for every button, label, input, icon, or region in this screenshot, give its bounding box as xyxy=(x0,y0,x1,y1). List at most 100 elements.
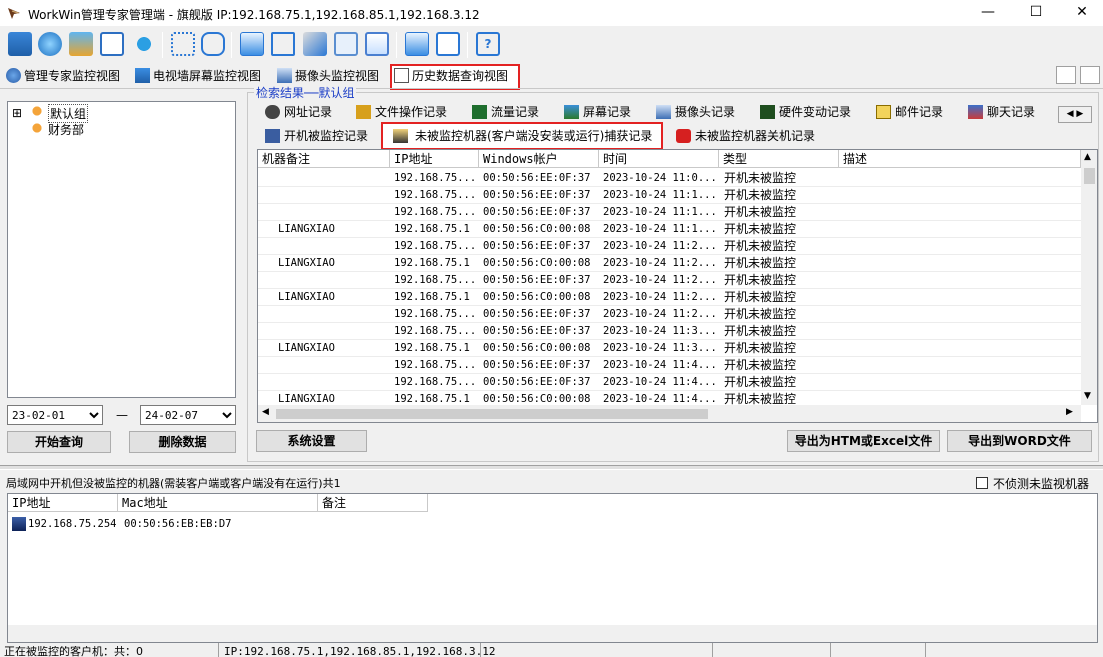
table-row[interactable]: 192.168.75... 00:50:56:EE:0F:37 2023-10-24… xyxy=(258,306,1081,323)
monitor-view-icon[interactable] xyxy=(8,32,32,56)
tab-traffic-records[interactable]: 流量记录 xyxy=(469,101,539,123)
folder-icon xyxy=(356,105,371,119)
table-cell: LIANGXIAO xyxy=(278,291,335,303)
screen-share-icon[interactable] xyxy=(240,32,264,56)
table-row[interactable]: 192.168.75... 00:50:56:EE:0F:37 2023-10-24… xyxy=(258,323,1081,340)
scroll-down-icon[interactable]: ▼ xyxy=(1084,391,1091,401)
no-detect-checkbox[interactable] xyxy=(976,477,988,489)
column-header[interactable]: IP地址 xyxy=(8,494,118,512)
column-header[interactable]: 描述 xyxy=(839,150,1081,168)
mail-icon xyxy=(876,105,891,119)
globe-icon[interactable] xyxy=(38,32,62,56)
scroll-up-icon[interactable]: ▲ xyxy=(1084,152,1091,162)
tab-file-records[interactable]: 文件操作记录 xyxy=(353,101,447,123)
tab-url-records[interactable]: 网址记录 xyxy=(262,101,332,123)
table-row[interactable]: 192.168.75... 00:50:56:EE:0F:37 2023-10-24… xyxy=(258,238,1081,255)
apps-grid-icon[interactable] xyxy=(171,32,195,56)
help-icon[interactable]: ? xyxy=(476,32,500,56)
tab-boot-monitored[interactable]: 开机被监控记录 xyxy=(262,125,368,147)
table-cell: 192.168.75.1 xyxy=(394,342,470,354)
tab-camera-records[interactable]: 摄像头记录 xyxy=(653,101,735,123)
column-header[interactable]: 机器备注 xyxy=(258,150,390,168)
table-row[interactable]: 192.168.75... 00:50:56:EE:0F:37 2023-10-24… xyxy=(258,357,1081,374)
list-view-icon[interactable] xyxy=(1080,66,1100,84)
search-button[interactable]: 开始查询 xyxy=(7,431,111,453)
system-settings-button[interactable]: 系统设置 xyxy=(256,430,367,452)
column-header[interactable]: Windows帐户 xyxy=(479,150,599,168)
table-cell: 00:50:56:C0:00:08 xyxy=(483,223,591,235)
table-row[interactable]: 192.168.75... 00:50:56:EE:0F:37 2023-10-24… xyxy=(258,204,1081,221)
tab-label: 摄像头记录 xyxy=(675,105,736,119)
tab-tv-wall[interactable]: 电视墙屏幕监控视图 xyxy=(133,66,261,88)
table-cell: 开机未被监控 xyxy=(724,273,797,287)
remote-desktop-icon[interactable] xyxy=(405,32,429,56)
close-button[interactable]: ✕ xyxy=(1059,0,1103,26)
status-bar: 正在被监控的客户机：共：0 IP:192.168.75.1,192.168.85… xyxy=(0,643,1103,657)
chart-screen-icon[interactable] xyxy=(365,32,389,56)
windows-icon[interactable] xyxy=(334,32,358,56)
scroll-left-icon[interactable]: ◀ xyxy=(262,407,269,417)
vertical-scroll-thumb[interactable] xyxy=(1084,168,1095,184)
tab-mail-records[interactable]: 邮件记录 xyxy=(873,101,943,123)
export-html-excel-button[interactable]: 导出为HTM或Excel文件 xyxy=(787,430,940,452)
tree-expander-icon[interactable]: ⊞ xyxy=(12,106,22,120)
tab-unmonitored-captured[interactable]: 未被监控机器(客户端没安装或运行)捕获记录 xyxy=(381,122,663,150)
table-row[interactable]: 192.168.75... 00:50:56:EE:0F:37 2023-10-24… xyxy=(258,170,1081,187)
delete-data-button[interactable]: 删除数据 xyxy=(129,431,236,453)
table-row[interactable]: LIANGXIAO 192.168.75.1 00:50:56:C0:00:08 20… xyxy=(258,221,1081,238)
column-header[interactable]: Mac地址 xyxy=(118,494,318,512)
unmonitored-table[interactable]: IP地址 Mac地址 备注 192.168.75.254 00:50:56:EB… xyxy=(7,493,1098,643)
minimize-button[interactable]: — xyxy=(965,0,1011,26)
settings-gear-icon[interactable] xyxy=(69,32,93,56)
table-cell: 2023-10-24 11:2... xyxy=(603,274,717,286)
column-header[interactable]: 时间 xyxy=(599,150,719,168)
users-group-icon xyxy=(30,121,44,135)
group-tree[interactable]: ⊞ 默认组 财务部 xyxy=(7,101,236,398)
column-header[interactable]: IP地址 xyxy=(390,150,479,168)
camera-icon xyxy=(277,68,292,83)
table-cell: 192.168.75... xyxy=(394,206,477,218)
column-header[interactable]: 类型 xyxy=(719,150,839,168)
tab-hardware-records[interactable]: 硬件变动记录 xyxy=(757,101,851,123)
tree-item-finance[interactable]: 财务部 xyxy=(48,121,84,138)
maximize-button[interactable]: ☐ xyxy=(1013,0,1059,26)
search-icon[interactable] xyxy=(1056,66,1076,84)
end-date-combo[interactable]: 24-02-07 xyxy=(140,405,236,425)
table-row[interactable]: 192.168.75... 00:50:56:EE:0F:37 2023-10-24… xyxy=(258,272,1081,289)
table-cell: 192.168.75... xyxy=(394,274,477,286)
search-doc-icon[interactable] xyxy=(303,32,327,56)
table-row[interactable]: LIANGXIAO 192.168.75.1 00:50:56:C0:00:08 20… xyxy=(258,340,1081,357)
column-header[interactable]: 备注 xyxy=(318,494,428,512)
power-icon xyxy=(676,129,691,143)
vertical-scrollbar[interactable] xyxy=(1081,150,1097,405)
records-table[interactable]: 机器备注 IP地址 Windows帐户 时间 类型 描述 192.168.75.… xyxy=(257,149,1098,423)
tab-screen-records[interactable]: 屏幕记录 xyxy=(561,101,631,123)
cast-icon[interactable] xyxy=(271,32,295,56)
table-cell: 00:50:56:EE:0F:37 xyxy=(483,325,591,337)
tab-unmonitored-shutdown[interactable]: 未被监控机器关机记录 xyxy=(673,125,815,147)
tab-expert-monitor[interactable]: 管理专家监控视图 xyxy=(4,66,120,88)
tab-scroll-arrows-icon[interactable]: ◀ ▶ xyxy=(1058,106,1092,123)
traffic-icon xyxy=(472,105,487,119)
panel-splitter[interactable] xyxy=(0,465,1103,470)
lock-icon[interactable] xyxy=(201,32,225,56)
tab-chat-records[interactable]: 聊天记录 xyxy=(965,101,1035,123)
export-word-button[interactable]: 导出到WORD文件 xyxy=(947,430,1092,452)
horizontal-scroll-thumb[interactable] xyxy=(276,409,708,419)
network-icon[interactable] xyxy=(132,32,156,56)
table-row[interactable]: LIANGXIAO 192.168.75.1 00:50:56:C0:00:08 20… xyxy=(258,289,1081,306)
log-file-icon[interactable] xyxy=(436,32,460,56)
hardware-icon xyxy=(760,105,775,119)
tab-history-query[interactable]: 历史数据查询视图 xyxy=(390,64,520,90)
table-row[interactable]: LIANGXIAO 192.168.75.1 00:50:56:C0:00:08 20… xyxy=(258,255,1081,272)
table-cell: 192.168.75... xyxy=(394,172,477,184)
table-row[interactable]: 192.168.75... 00:50:56:EE:0F:37 2023-10-24… xyxy=(258,374,1081,391)
horizontal-scrollbar[interactable] xyxy=(8,625,1097,642)
table-cell: 2023-10-24 11:1... xyxy=(603,223,717,235)
table-cell: 192.168.75... xyxy=(394,376,477,388)
table-row[interactable]: 192.168.75... 00:50:56:EE:0F:37 2023-10-24… xyxy=(258,187,1081,204)
scroll-right-icon[interactable]: ▶ xyxy=(1066,407,1073,417)
file-chart-icon[interactable] xyxy=(100,32,124,56)
start-date-combo[interactable]: 23-02-01 xyxy=(7,405,103,425)
table-row[interactable]: 192.168.75.254 00:50:56:EB:EB:D7 xyxy=(8,516,1098,533)
